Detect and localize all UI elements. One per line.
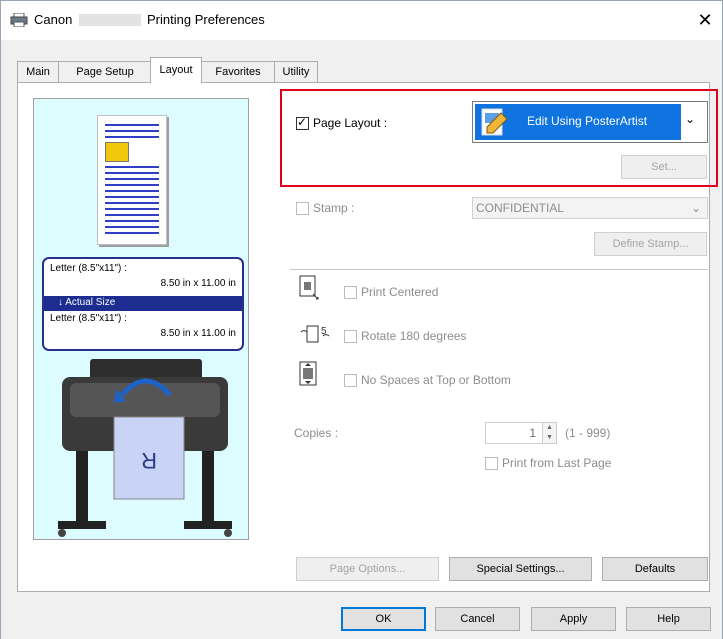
copies-stepper[interactable]: 1 ▲ ▼ <box>485 422 557 444</box>
stamp-dropdown[interactable]: CONFIDENTIAL ⌄ <box>472 197 708 219</box>
copies-value: 1 <box>529 426 536 440</box>
dropdown-selection: Edit Using PosterArtist <box>475 104 681 140</box>
apply-button[interactable]: Apply <box>531 607 616 631</box>
stamp-checkbox[interactable] <box>296 202 309 215</box>
help-button[interactable]: Help <box>626 607 711 631</box>
rotate-180-label: Rotate 180 degrees <box>361 329 467 343</box>
print-centered-label: Print Centered <box>361 285 439 299</box>
rotate-180-checkbox[interactable] <box>344 330 357 343</box>
set-button[interactable]: Set... <box>621 155 707 179</box>
print-centered-icon <box>299 275 319 300</box>
no-spaces-label: No Spaces at Top or Bottom <box>361 373 511 387</box>
divider <box>290 269 708 270</box>
posterartist-icon <box>481 108 508 136</box>
page-layout-label: Page Layout : <box>313 116 388 130</box>
paper-size-info: Letter (8.5"x11") : 8.50 in x 11.00 in ↓… <box>42 257 244 351</box>
printer-icon <box>10 13 28 27</box>
page-layout-dropdown[interactable]: Edit Using PosterArtist ⌄ <box>472 101 708 143</box>
rotate-180-icon: 5 <box>300 325 330 343</box>
window-title: Printing Preferences <box>147 12 265 27</box>
print-centered-checkbox[interactable] <box>344 286 357 299</box>
paper-preview <box>97 115 167 245</box>
chevron-down-icon: ⌄ <box>690 201 701 215</box>
page-options-button[interactable]: Page Options... <box>296 557 439 581</box>
special-settings-button[interactable]: Special Settings... <box>449 557 592 581</box>
svg-text:5: 5 <box>321 326 327 337</box>
close-button[interactable]: ✕ <box>693 8 717 32</box>
tab-layout[interactable]: Layout <box>150 57 202 83</box>
ok-button[interactable]: OK <box>341 607 426 631</box>
redacted-printer-name <box>79 14 141 26</box>
tab-page-setup[interactable]: Page Setup <box>58 61 152 82</box>
print-from-last-checkbox[interactable] <box>485 457 498 470</box>
tab-favorites[interactable]: Favorites <box>201 61 275 82</box>
no-spaces-checkbox[interactable] <box>344 374 357 387</box>
preview-image-icon <box>105 142 129 162</box>
copies-range: (1 - 999) <box>565 426 611 440</box>
stamp-label: Stamp : <box>313 201 355 215</box>
output-paper-dimensions: 8.50 in x 11.00 in <box>160 328 236 339</box>
print-from-last-label: Print from Last Page <box>502 456 612 470</box>
paper-size-dimensions: 8.50 in x 11.00 in <box>160 278 236 289</box>
output-size-label: ↓ Actual Size <box>58 297 116 308</box>
svg-text:R: R <box>141 448 157 473</box>
no-spaces-icon <box>299 361 317 386</box>
large-format-printer-illustration: R <box>58 359 232 537</box>
output-paper-size-label: Letter (8.5"x11") : <box>50 313 127 324</box>
spinner-arrows-icon[interactable]: ▲ ▼ <box>542 423 556 443</box>
window-title-brand: Canon <box>34 12 73 27</box>
tab-main[interactable]: Main <box>17 61 59 82</box>
tab-utility[interactable]: Utility <box>274 61 318 82</box>
page-layout-checkbox[interactable] <box>296 115 309 130</box>
paper-size-label: Letter (8.5"x11") : <box>50 263 127 274</box>
page-layout-value: Edit Using PosterArtist <box>527 114 648 128</box>
chevron-down-icon: ⌄ <box>685 112 696 126</box>
defaults-button[interactable]: Defaults <box>602 557 708 581</box>
cancel-button[interactable]: Cancel <box>435 607 520 631</box>
copies-label: Copies : <box>294 426 339 440</box>
stamp-value: CONFIDENTIAL <box>476 201 565 215</box>
output-size-bar: ↓ Actual Size <box>44 296 242 311</box>
print-preview: Letter (8.5"x11") : 8.50 in x 11.00 in ↓… <box>33 98 249 540</box>
define-stamp-button[interactable]: Define Stamp... <box>594 232 707 256</box>
